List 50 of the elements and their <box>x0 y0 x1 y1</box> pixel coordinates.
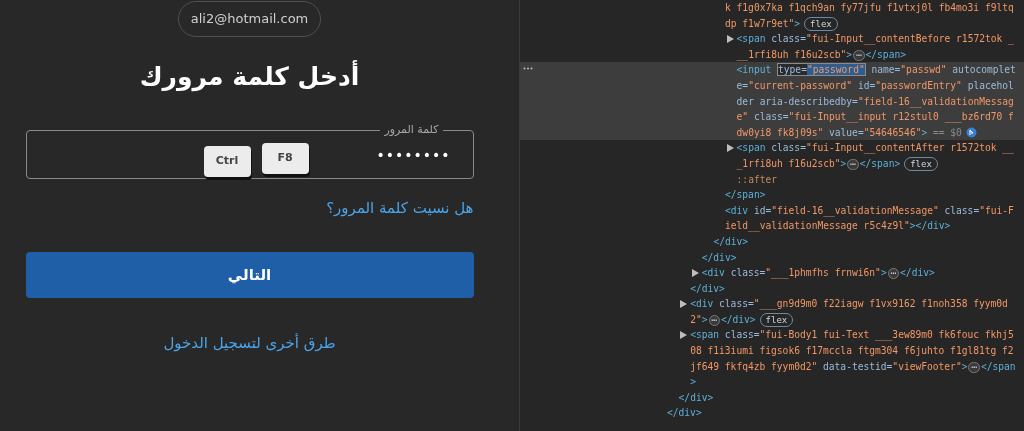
html-code-line: </div> <box>678 390 715 405</box>
other-sign-in-options-link[interactable]: طرق أخرى لتسجيل الدخول <box>163 332 336 355</box>
password-label: كلمة المرور <box>383 122 440 138</box>
keyboard-key: Ctrl <box>203 146 251 177</box>
forgot-password-link[interactable]: هل نسيت كلمة المرور؟ <box>326 199 474 217</box>
ellipsis-button[interactable]: ⋯ <box>847 158 859 170</box>
dom-tree-row[interactable]: <div id="field-16__validationMessage" class="fui-Field__validationMessage r5c4z9l"></div> <box>520 202 1024 234</box>
expand-triangle-icon[interactable] <box>726 144 735 153</box>
html-code-line: </div> <box>701 250 738 265</box>
cursor-badge-icon[interactable] <box>965 126 977 138</box>
html-code-line: <input type="password" name="passwd" autocomplete="current-password" id="passwordEntry" placeholder aria-describedby="field-16__validationMessage" class="fui-Input__input r12stul0 ___bz6rd70 fdw0yi8 fk8j09s" value="54646546"> == $0 <box>736 62 1017 140</box>
keyboard-key: F8 <box>261 143 309 174</box>
html-code-line: </div> <box>667 406 703 421</box>
password-dots: •••••••• <box>376 145 451 165</box>
html-code-line: <span class="fui-Body1 fui-Text ___3ew89m0 fk6fouc fkhj508 f1i3iumi figsok6 f17mccla ftgm304 f6juhto f1gl81tg f2jf649 fkfq4zb fyym0d2" data-testid="viewFooter"> ⋯ </span> <box>690 328 1017 390</box>
dom-tree-row[interactable]: </div> <box>520 405 1024 422</box>
expand-triangle-icon[interactable] <box>680 300 689 309</box>
dom-tree-row[interactable]: <span class="fui-Body1 fui-Text ___3ew89m0 fk6fouc fkhj508 f1i3iumi figsok6 f17mccla ftgm304 f6juhto f1gl81tg f2jf649 fkfq4zb fyym0d2" data-testid="viewFooter"> ⋯ </span> <box>520 327 1024 390</box>
page-title: أدخل كلمة مرورك <box>139 59 360 94</box>
more-dots-icon[interactable] <box>523 67 533 71</box>
ellipsis-button[interactable]: ⋯ <box>887 268 900 280</box>
html-code-line: <div class="___gn9d9m0 f22iagw f1vx9162 f1noh358 fyym0d2"> ⋯ </div> flex <box>690 297 1009 328</box>
html-code-line: </span> <box>725 188 767 203</box>
html-code-line: <div id="field-16__validationMessage" class="fui-Field__validationMessage r5c4z9l"></div> <box>725 203 1015 234</box>
dom-tree-row[interactable] <box>520 62 1024 141</box>
dom-tree-row[interactable]: <span class="fui-Input__contentAfter r1572tok ___1rfi8uh f16u2scb"> ⋯ </span> flex <box>520 140 1024 172</box>
next-button[interactable]: التالي <box>25 252 474 298</box>
html-code-line: </div> <box>713 234 750 249</box>
dom-tree-row[interactable]: </div> <box>520 280 1024 297</box>
dom-tree-row[interactable]: </div> <box>520 233 1024 250</box>
dom-tree-row[interactable]: <div class="___gn9d9m0 f22iagw f1vx9162 f1noh358 fyym0d2"> ⋯ </div> flex <box>520 296 1024 328</box>
dom-tree-row[interactable]: <span class="fui-Input__contentBefore r1572tok ___1rfi8uh f16u2scb"> ⋯ </span> <box>520 31 1024 63</box>
expand-triangle-icon[interactable] <box>680 331 689 340</box>
html-code-line: ::after <box>736 172 779 187</box>
ellipsis-button[interactable]: ⋯ <box>853 49 865 61</box>
html-code-line: <span class="fui-Input__contentBefore r1572tok ___1rfi8uh f16u2scb"> ⋯ </span> <box>736 32 1015 63</box>
ellipsis-button[interactable]: ⋯ <box>708 314 720 326</box>
dom-tree-row[interactable]: k f1g0x7ka f1qch9an fy77jfu f1vtxj0l fb4mo3i f9ltqdp f1w7r9et"> flex <box>520 0 1024 32</box>
dom-tree-row[interactable]: </div> <box>520 389 1024 406</box>
expand-triangle-icon[interactable] <box>691 269 700 278</box>
dom-tree-row[interactable]: </span> <box>520 187 1024 203</box>
html-code-line: </div> <box>690 281 726 296</box>
dom-tree-row[interactable]: </div> <box>520 249 1024 266</box>
dom-tree-row[interactable]: ::after <box>520 171 1024 188</box>
html-code-line: <span class="fui-Input__contentAfter r1572tok ___1rfi8uh f16u2scb"> ⋯ </span> flex <box>736 141 1015 172</box>
ellipsis-button[interactable]: ⋯ <box>968 361 980 373</box>
html-code-line: k f1g0x7ka f1qch9an fy77jfu f1vtxj0l fb4mo3i f9ltqdp f1w7r9et"> flex <box>725 1 1015 32</box>
expand-triangle-icon[interactable] <box>726 35 735 44</box>
html-code-line: <div class="___1phmfhs frnwi6n"> ⋯ </div> <box>701 266 936 281</box>
dom-tree-row[interactable]: <div class="___1phmfhs frnwi6n"> ⋯ </div> <box>520 265 1024 281</box>
